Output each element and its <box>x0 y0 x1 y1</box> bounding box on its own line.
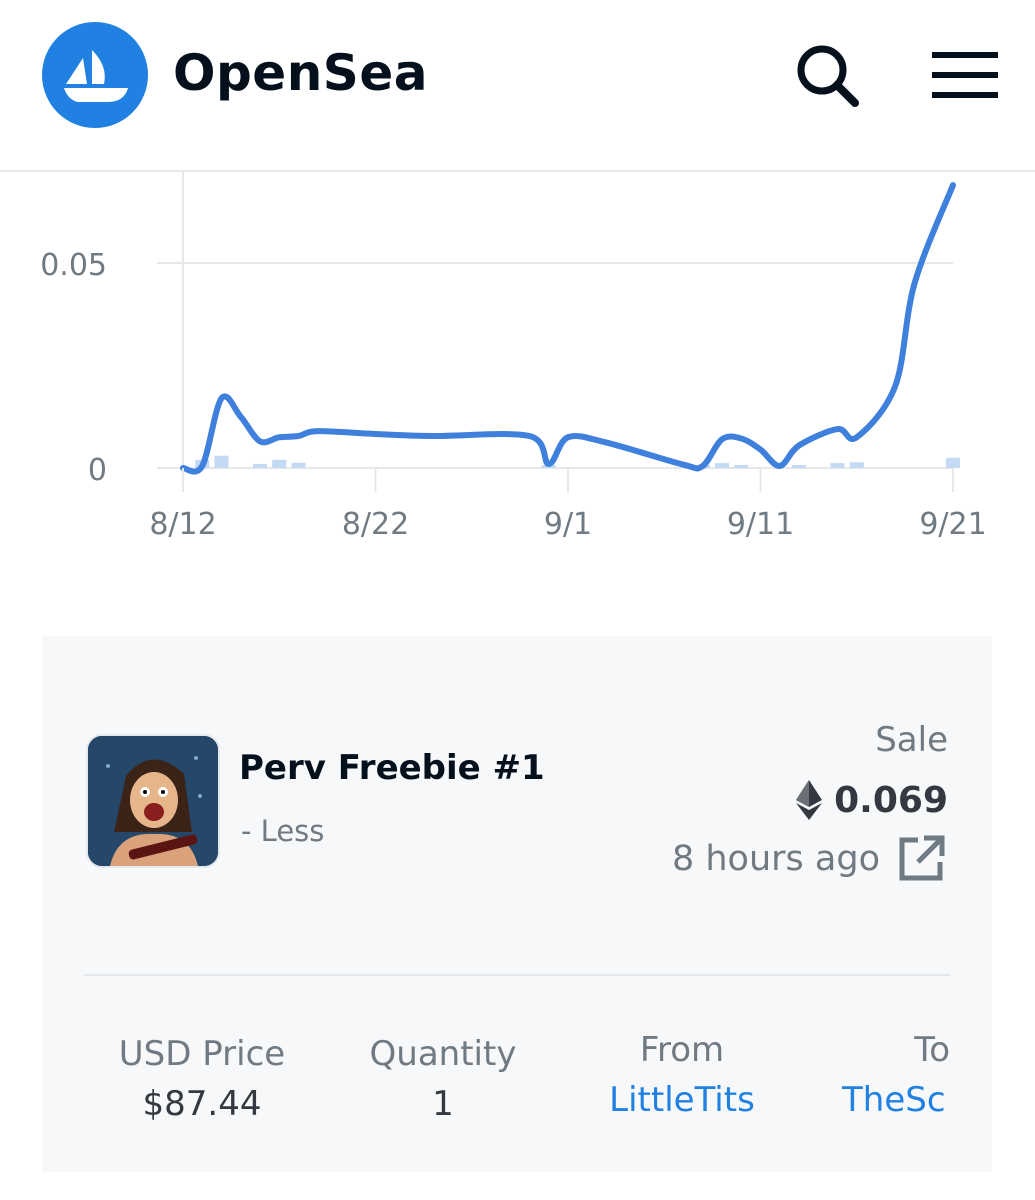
price-line-layer <box>180 182 956 475</box>
brand-name[interactable]: OpenSea <box>173 44 428 102</box>
price-series-line <box>180 182 956 475</box>
volume-bar <box>734 465 749 468</box>
chart-grid <box>157 172 953 469</box>
price-history-chart: 0 0.05 8/12 8/22 9/1 9/11 9/21 <box>40 172 987 542</box>
nft-item-name[interactable]: Perv Freebie #1 <box>239 748 545 788</box>
volume-bar <box>253 463 267 468</box>
nft-thumbnail[interactable] <box>86 734 220 868</box>
card-divider <box>84 974 950 976</box>
nft-artwork-image <box>88 736 218 866</box>
volume-bars <box>195 455 960 468</box>
x-tick-label: 8/22 <box>342 507 409 542</box>
x-tick-label: 9/21 <box>919 507 986 542</box>
collection-name[interactable]: - Less <box>241 814 324 848</box>
from-label: From <box>639 1030 725 1070</box>
volume-bar <box>291 462 306 468</box>
y-tick-label: 0.05 <box>40 248 107 283</box>
external-link-icon[interactable] <box>896 834 946 884</box>
sale-time: 8 hours ago <box>672 834 946 884</box>
to-label: To <box>914 1030 950 1070</box>
volume-bar <box>272 459 287 468</box>
to-column: To TheSc <box>842 1026 950 1126</box>
volume-bar <box>214 455 229 468</box>
volume-bar <box>849 462 864 468</box>
from-user-link[interactable]: LittleTits <box>597 1074 767 1126</box>
app-header: OpenSea <box>0 0 1035 172</box>
usd-price-label: USD Price <box>118 1034 286 1074</box>
ethereum-icon <box>796 780 823 820</box>
volume-bar <box>946 457 960 468</box>
quantity-label: Quantity <box>369 1034 517 1074</box>
x-tick-label: 8/12 <box>149 507 216 542</box>
volume-bar <box>715 463 729 468</box>
sale-event-card: Perv Freebie #1 - Less Sale 0.069 8 hour… <box>42 636 992 1172</box>
usd-price-value: $87.44 <box>142 1084 262 1124</box>
search-icon[interactable] <box>792 40 862 110</box>
x-tick-label: 9/11 <box>727 507 794 542</box>
time-ago-text: 8 hours ago <box>671 839 880 879</box>
x-tick-label: 9/1 <box>544 507 592 542</box>
from-column: From LittleTits <box>597 1026 767 1126</box>
price-value: 0.069 <box>834 779 948 821</box>
y-tick-label: 0 <box>88 453 107 488</box>
to-user-link[interactable]: TheSc <box>842 1074 950 1126</box>
event-type-label: Sale <box>875 720 948 760</box>
opensea-logo-icon[interactable] <box>42 22 148 128</box>
hamburger-menu-icon[interactable] <box>930 50 1000 100</box>
usd-price-column: USD Price $87.44 <box>112 1030 292 1130</box>
volume-bar <box>792 465 806 468</box>
quantity-value: 1 <box>432 1084 454 1124</box>
sale-price: 0.069 <box>796 778 948 822</box>
quantity-column: Quantity 1 <box>358 1030 528 1130</box>
volume-bar <box>830 463 845 468</box>
